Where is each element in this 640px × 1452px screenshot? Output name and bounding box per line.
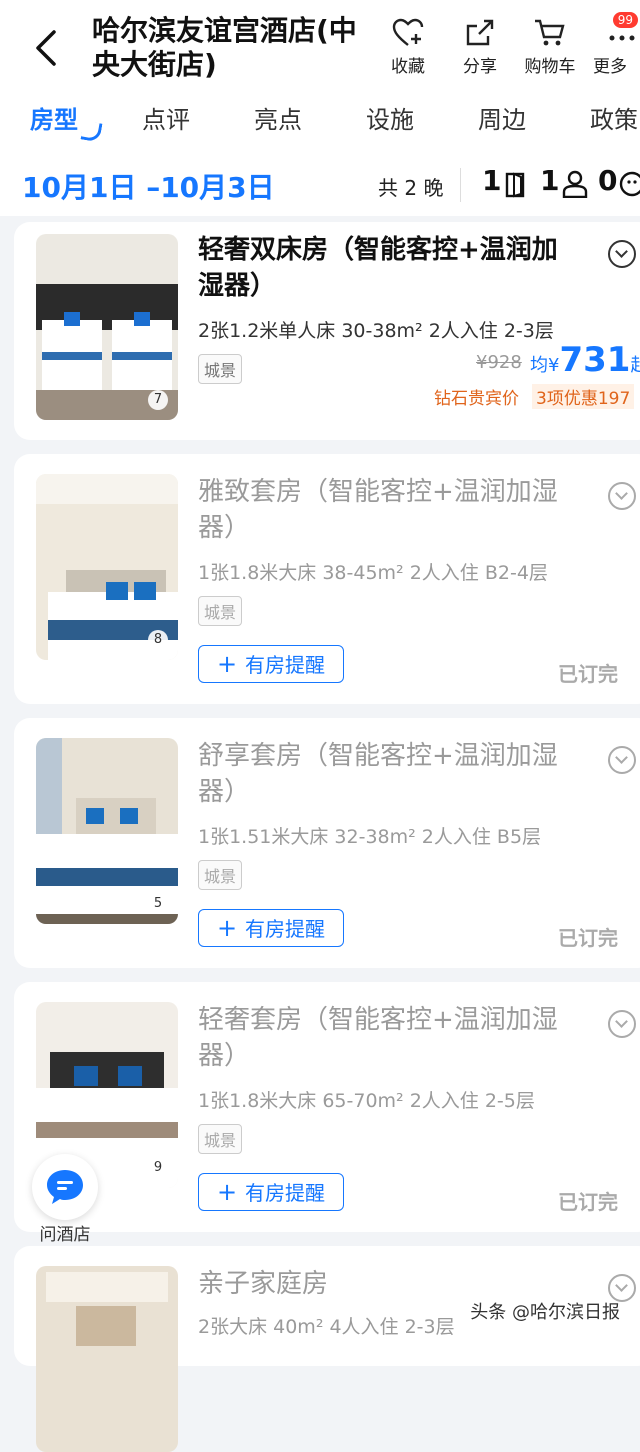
room-name[interactable]: 轻奢套房（智能客控+温润加湿器） — [198, 1002, 568, 1074]
discount-label[interactable]: 3项优惠197 — [532, 384, 635, 409]
alert-label: 有房提醒 — [245, 653, 326, 677]
child-icon — [619, 171, 640, 197]
tab-facilities[interactable]: 设施 — [366, 100, 414, 135]
date-bar[interactable]: 10月1日 –10月3日 共 2 晚 1 1 0 — [0, 160, 640, 210]
cart-button[interactable]: 购物车 — [518, 18, 582, 77]
room-name[interactable]: 轻奢双床房（智能客控+温润加湿器） — [198, 232, 568, 304]
expand-chevron-icon[interactable] — [608, 746, 636, 774]
current-price[interactable]: 均¥731起 — [530, 340, 640, 380]
nights-count: 共 2 晚 — [378, 176, 444, 200]
room-card[interactable]: 9 轻奢套房（智能客控+温润加湿器） 1张1.8米大床 65-70m² 2人入住… — [14, 982, 640, 1232]
door-icon — [505, 172, 525, 198]
price-suffix: 起 — [630, 355, 640, 376]
share-label: 分享 — [463, 57, 497, 77]
adults-count[interactable]: 1 — [540, 164, 559, 197]
sold-out-status: 已订完 — [558, 1190, 618, 1214]
room-photo[interactable] — [36, 1266, 178, 1452]
availability-alert-button[interactable]: + 有房提醒 — [198, 1173, 344, 1211]
view-tag: 城景 — [198, 596, 243, 626]
view-tag: 城景 — [198, 860, 243, 890]
more-button[interactable]: 更多 99 — [592, 12, 640, 77]
expand-chevron-icon[interactable] — [608, 240, 636, 268]
plus-icon: + — [216, 1178, 238, 1206]
alert-label: 有房提醒 — [245, 917, 326, 941]
tab-highlights[interactable]: 亮点 — [254, 100, 302, 135]
tab-room-types[interactable]: 房型 — [30, 100, 78, 135]
room-photo[interactable]: 7 — [36, 234, 178, 420]
active-tab-indicator — [80, 120, 103, 143]
room-photo[interactable]: 8 — [36, 474, 178, 660]
photo-count: 7 — [148, 390, 168, 410]
original-price: ¥928 — [476, 352, 522, 373]
sold-out-status: 已订完 — [558, 926, 618, 950]
plus-icon: + — [216, 650, 238, 678]
cart-icon — [535, 19, 565, 46]
children-count[interactable]: 0 — [598, 164, 617, 197]
share-button[interactable]: 分享 — [448, 18, 512, 77]
tab-reviews[interactable]: 点评 — [142, 100, 190, 135]
ask-hotel-label: 问酒店 — [39, 1225, 91, 1245]
watermark: 头条 @哈尔滨日报 — [470, 1302, 620, 1323]
view-tag: 城景 — [198, 1124, 243, 1154]
stay-dates[interactable]: 10月1日 –10月3日 — [22, 166, 275, 206]
room-name[interactable]: 舒享套房（智能客控+温润加湿器） — [198, 738, 568, 810]
room-name[interactable]: 亲子家庭房 — [198, 1266, 568, 1302]
plus-icon: + — [216, 914, 238, 942]
favorite-button[interactable]: 收藏 — [376, 18, 440, 77]
photo-count: 9 — [148, 1158, 168, 1178]
more-label: 更多 — [593, 57, 627, 77]
price-prefix: 均¥ — [530, 355, 560, 376]
photo-count: 8 — [148, 630, 168, 650]
room-photo-image — [36, 1266, 178, 1452]
back-arrow-icon[interactable] — [30, 28, 64, 68]
expand-chevron-icon[interactable] — [608, 1010, 636, 1038]
tab-nearby[interactable]: 周边 — [478, 100, 526, 135]
heart-plus-icon — [392, 18, 424, 46]
favorite-label: 收藏 — [391, 57, 425, 77]
ask-hotel-button[interactable]: 问酒店 — [26, 1154, 104, 1245]
room-name[interactable]: 雅致套房（智能客控+温润加湿器） — [198, 474, 568, 546]
room-photo[interactable]: 5 — [36, 738, 178, 924]
top-header: 哈尔滨友谊宫酒店(中央大街店) 收藏 分享 购物车 更多 99 房型 点评 亮点… — [0, 0, 640, 216]
view-tag: 城景 — [198, 354, 243, 384]
availability-alert-button[interactable]: + 有房提醒 — [198, 645, 344, 683]
divider — [460, 168, 461, 202]
room-spec: 1张1.51米大床 32-38m² 2人入住 B5层 — [198, 826, 542, 848]
alert-label: 有房提醒 — [245, 1181, 326, 1205]
tab-policy[interactable]: 政策 — [590, 100, 638, 135]
room-spec: 1张1.8米大床 38-45m² 2人入住 B2-4层 — [198, 562, 548, 584]
price-value: 731 — [559, 340, 631, 380]
room-card[interactable]: 7 轻奢双床房（智能客控+温润加湿器） 2张1.2米单人床 30-38m² 2人… — [14, 222, 640, 440]
expand-chevron-icon[interactable] — [608, 482, 636, 510]
member-price-label: 钻石贵宾价 — [434, 389, 519, 409]
hotel-title: 哈尔滨友谊宫酒店(中央大街店) — [92, 14, 357, 81]
photo-count: 5 — [148, 894, 168, 914]
room-spec: 1张1.8米大床 65-70m² 2人入住 2-5层 — [198, 1090, 535, 1112]
more-badge: 99 — [612, 12, 638, 28]
sold-out-status: 已订完 — [558, 662, 618, 686]
room-spec: 2张大床 40m² 4人入住 2-3层 — [198, 1316, 455, 1338]
availability-alert-button[interactable]: + 有房提醒 — [198, 909, 344, 947]
chat-bubble-icon — [32, 1154, 98, 1220]
share-icon — [466, 19, 494, 46]
cart-label: 购物车 — [524, 57, 576, 77]
room-spec: 2张1.2米单人床 30-38m² 2人入住 2-3层 — [198, 320, 554, 342]
room-card[interactable]: 5 舒享套房（智能客控+温润加湿器） 1张1.51米大床 32-38m² 2人入… — [14, 718, 640, 968]
person-icon — [562, 170, 588, 198]
rooms-count[interactable]: 1 — [482, 164, 501, 197]
room-card[interactable]: 8 雅致套房（智能客控+温润加湿器） 1张1.8米大床 38-45m² 2人入住… — [14, 454, 640, 704]
